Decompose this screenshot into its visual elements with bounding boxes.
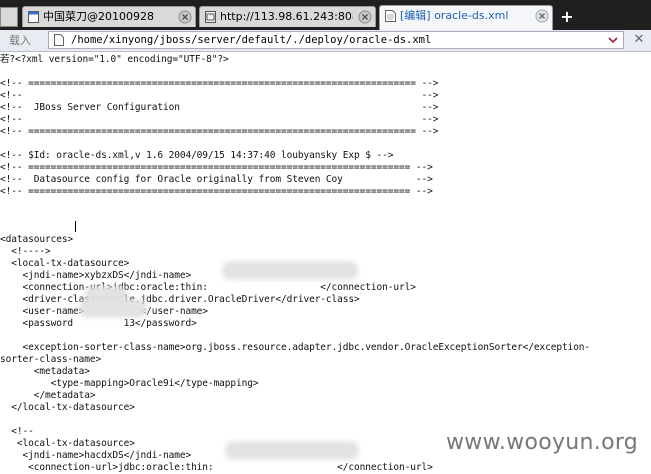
code-line: </local-tx-datasource> (0, 402, 135, 413)
code-line: <local-tx-datasource> (0, 258, 130, 269)
tab-url[interactable]: http://113.98.61.243:8088/m... (199, 6, 376, 27)
close-icon[interactable]: ✕ (632, 32, 646, 48)
code-line: <!-- ===================================… (0, 78, 439, 89)
code-line: <!-- --> (0, 90, 439, 101)
code-line: <connection-url>jdbc:oracle:thin: </conn… (0, 282, 416, 293)
code-line: <connection-url>jdbc:oracle:thin: </conn… (0, 462, 433, 473)
file-icon (54, 34, 64, 46)
close-tab-icon[interactable] (535, 9, 549, 23)
code-line: </metadata> (0, 390, 96, 401)
document-icon (385, 10, 396, 22)
close-tab-icon[interactable] (358, 10, 372, 24)
code-line: <metadata> (0, 366, 90, 377)
path-text: /home/xinyong/jboss/server/default/./dep… (71, 34, 432, 46)
tab-label: [编辑] oracle-ds.xml (400, 9, 509, 22)
tab-chopper[interactable]: 中国菜刀@20100928 (22, 6, 196, 27)
code-line: <type-mapping>Oracle9i</type-mapping> (0, 378, 259, 389)
code-line: 若?<?xml version="1.0" encoding="UTF-8"?> (0, 54, 229, 65)
code-line: <!-- --> (0, 114, 439, 125)
code-line: <driver-class>oracle.jdbc.driver.OracleD… (0, 294, 360, 305)
code-line: <local-tx-datasource> (0, 438, 135, 449)
code-line: <password 13</password> (0, 318, 197, 329)
window-menu-button[interactable] (0, 7, 18, 27)
code-line: <jndi-name>hacdxDS</jndi-name> (0, 450, 192, 461)
tab-bar: 中国菜刀@20100928 http://113.98.61.243:8088/… (0, 0, 651, 30)
code-line: <!-- ===================================… (0, 186, 433, 197)
window-icon (28, 11, 39, 23)
path-input[interactable]: /home/xinyong/jboss/server/default/./dep… (48, 31, 624, 49)
new-tab-button[interactable]: + (557, 9, 577, 25)
code-line: <!-- $Id: oracle-ds.xml,v 1.6 2004/09/15… (0, 150, 394, 161)
redaction-blur (88, 289, 124, 302)
redaction-blur (82, 302, 144, 315)
code-line: <!-- ===================================… (0, 162, 433, 173)
watermark: www.wooyun.org (446, 430, 639, 455)
code-line: <exception-sorter-class-name>org.jboss.r… (0, 342, 591, 353)
chevron-down-icon[interactable] (607, 34, 619, 46)
address-toolbar: 载入 /home/xinyong/jboss/server/default/./… (0, 30, 651, 52)
code-line: <!-- Datasource config for Oracle origin… (0, 174, 433, 185)
redaction-blur (225, 264, 355, 277)
code-line: <!-- (0, 426, 34, 437)
tab-label: 中国菜刀@20100928 (43, 10, 154, 23)
code-line: sorter-class-name> (0, 354, 102, 365)
code-line: <datasources> (0, 234, 74, 245)
code-line: <!-- ===================================… (0, 126, 439, 137)
code-line: <!-- JBoss Server Configuration --> (0, 102, 439, 113)
xml-editor[interactable]: 若?<?xml version="1.0" encoding="UTF-8"?>… (0, 52, 651, 474)
code-line: <jndi-name>xybzxDS</jndi-name> (0, 270, 192, 281)
close-tab-icon[interactable] (178, 10, 192, 24)
text-caret (75, 221, 76, 232)
browser-icon (205, 11, 216, 23)
tab-editor[interactable]: [编辑] oracle-ds.xml (379, 5, 553, 30)
tab-label: http://113.98.61.243:8088/m... (220, 10, 353, 23)
redaction-blur (228, 444, 356, 457)
load-button[interactable]: 载入 (0, 31, 40, 50)
code-line: <!----> (0, 246, 51, 257)
